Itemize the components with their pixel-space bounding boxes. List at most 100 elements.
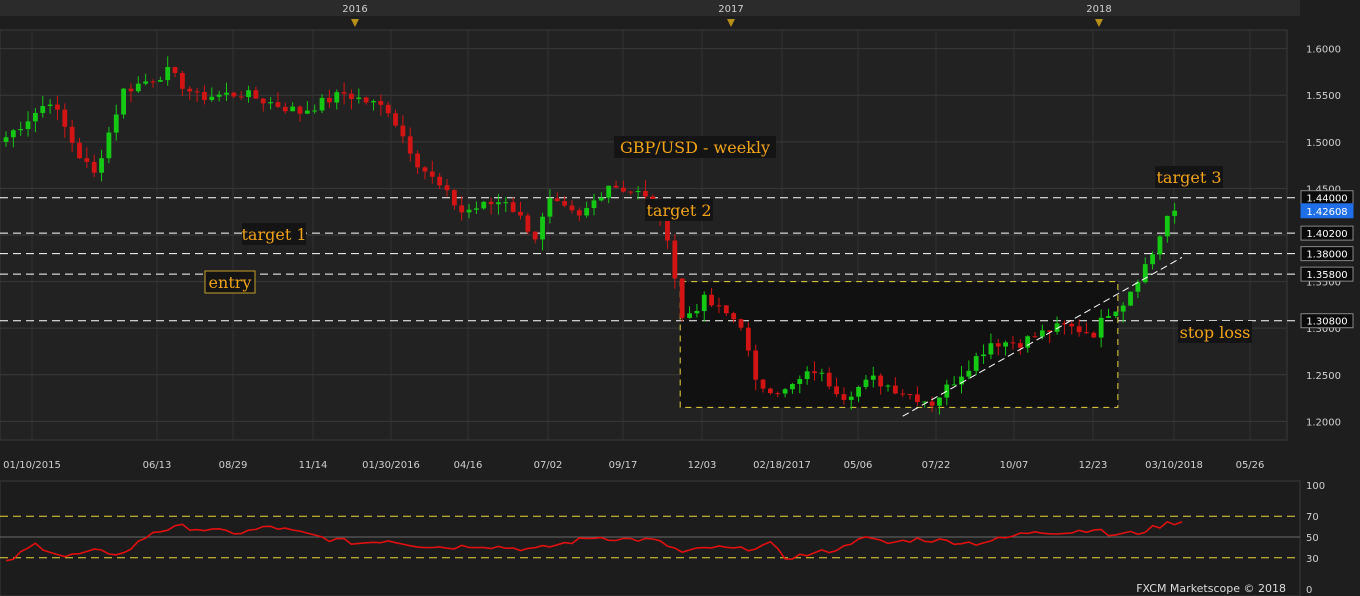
candle-body — [268, 102, 273, 104]
candle-body — [547, 198, 553, 217]
candle-body — [113, 114, 119, 133]
range-box — [679, 281, 1119, 408]
candle-body — [804, 371, 810, 380]
target-3-label: target 3 — [1156, 168, 1221, 187]
candle-body — [349, 93, 354, 99]
candle-body — [393, 113, 398, 126]
candle-body — [371, 101, 376, 103]
candle-body — [1091, 332, 1097, 338]
candle-body — [606, 185, 612, 198]
candle-body — [91, 161, 97, 173]
oscillator-tick-label: 70 — [1306, 512, 1319, 523]
level-price-label: 1.38000 — [1306, 250, 1347, 261]
candle-body — [584, 208, 590, 216]
candle-body — [143, 81, 149, 84]
candle-body — [260, 98, 266, 104]
candle-body — [451, 190, 457, 206]
candle-body — [253, 90, 259, 99]
candle-body — [327, 97, 332, 103]
candle-body — [18, 129, 24, 131]
annotation-stop-loss: stop loss — [1178, 321, 1252, 343]
consolidation-box — [679, 281, 1119, 408]
candle-body — [518, 211, 523, 216]
candle-body — [929, 401, 935, 406]
annotation-target-3: target 3 — [1155, 166, 1223, 188]
candle-body — [69, 126, 75, 143]
candle-body — [496, 202, 501, 205]
level-price-label: 1.42608 — [1306, 207, 1347, 218]
year-label: 2018 — [1086, 4, 1111, 15]
candle-body — [621, 187, 626, 192]
oscillator-tick-label: 30 — [1306, 554, 1319, 565]
candle-body — [870, 375, 876, 380]
candle-body — [569, 205, 575, 211]
candle-body — [334, 92, 340, 103]
year-label: 2016 — [342, 4, 367, 15]
y-tick-label: 1.6000 — [1306, 45, 1341, 56]
candle-body — [907, 394, 913, 396]
candle-body — [415, 153, 420, 168]
candle-body — [995, 343, 1001, 347]
candle-body — [532, 231, 538, 240]
candle-body — [437, 176, 443, 186]
x-tick-label: 02/18/2017 — [753, 460, 811, 471]
annotation-entry: entry — [204, 270, 256, 294]
candle-body — [878, 375, 884, 387]
candle-body — [562, 201, 567, 206]
footer-credit: FXCM Marketscope © 2018 — [1136, 582, 1286, 595]
candle-body — [444, 185, 450, 191]
candle-body — [62, 109, 68, 127]
candle-body — [407, 136, 413, 154]
candle-body — [378, 101, 384, 105]
candle-body — [856, 386, 861, 397]
level-price-label: 1.44000 — [1306, 194, 1347, 205]
candle-body — [540, 216, 545, 240]
chart-title: GBP/USD - weekly — [620, 138, 770, 157]
candle-body — [1025, 336, 1031, 348]
candle-body — [400, 125, 406, 137]
annotation-target-2: target 2 — [645, 199, 713, 221]
candle-body — [10, 130, 16, 138]
x-tick-label: 04/16 — [454, 460, 483, 471]
candle-body — [356, 97, 362, 99]
candle-body — [106, 132, 112, 159]
candle-body — [973, 356, 979, 371]
candle-body — [613, 185, 619, 188]
candle-body — [304, 110, 310, 114]
candle-body — [47, 104, 53, 107]
candle-body — [363, 97, 369, 103]
candle-body — [988, 343, 994, 355]
candle-body — [1039, 330, 1045, 337]
candle-body — [598, 197, 604, 201]
candle-body — [900, 393, 906, 395]
candle-body — [187, 88, 193, 92]
candle-body — [25, 121, 31, 130]
candle-body — [165, 67, 171, 81]
candle-body — [77, 142, 82, 159]
candle-body — [99, 158, 104, 173]
candle-body — [687, 313, 692, 318]
candle-body — [1003, 342, 1008, 347]
candle-body — [1120, 305, 1126, 312]
candle-body — [915, 394, 920, 403]
candle-body — [826, 372, 832, 387]
candle-body — [172, 67, 178, 73]
x-tick-label: 06/13 — [143, 460, 172, 471]
oscillator-tick-label: 100 — [1306, 481, 1325, 492]
x-tick-label: 12/03 — [688, 460, 717, 471]
candle-body — [488, 201, 494, 205]
candle-body — [503, 202, 509, 204]
candle-body — [385, 104, 391, 114]
candle-body — [1017, 343, 1023, 348]
candle-body — [3, 137, 9, 142]
x-tick-label: 05/26 — [1236, 460, 1265, 471]
candle-body — [738, 319, 744, 328]
candle-body — [209, 96, 215, 100]
candle-body — [312, 110, 318, 112]
candle-body — [1113, 311, 1119, 317]
candle-body — [679, 278, 685, 318]
candle-body — [1150, 254, 1155, 265]
candle-body — [1069, 323, 1075, 327]
candle-body — [981, 354, 986, 357]
candle-body — [966, 370, 972, 377]
